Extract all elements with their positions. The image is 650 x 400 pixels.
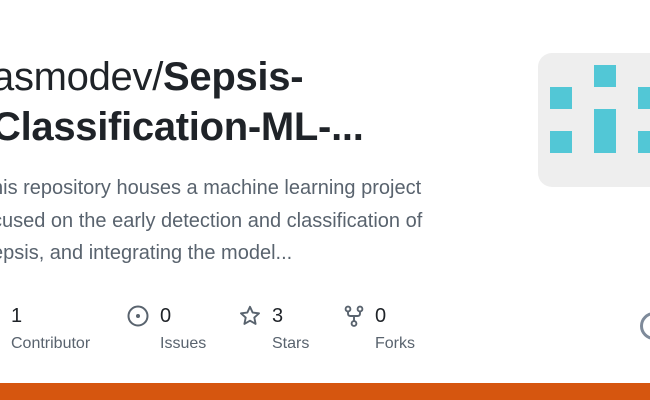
star-icon [240, 305, 260, 325]
issues-label: Issues [160, 335, 207, 352]
identicon-block [550, 131, 572, 153]
identicon-block [638, 131, 650, 153]
identicon-block [550, 87, 572, 109]
fork-icon [344, 305, 364, 327]
contributors-count: 1 [11, 305, 23, 327]
contributors-label: Contributor [11, 335, 91, 352]
repo-description: his repository houses a machine learning… [0, 172, 502, 270]
forks-count: 0 [375, 305, 387, 327]
repo-name-part-1: Sepsis- [163, 55, 304, 99]
description-line: epsis, and integrating the model... [0, 242, 293, 264]
forks-label: Forks [375, 335, 415, 352]
description-line: his repository houses a machine learning… [0, 177, 422, 199]
repo-name-part-2: Classification-ML-... [0, 105, 364, 149]
identicon-block [594, 109, 616, 153]
repo-owner: asmodev/ [0, 55, 164, 99]
stars-count: 3 [272, 305, 284, 327]
identicon-block [594, 65, 616, 87]
issues-count: 0 [160, 305, 172, 327]
repo-title[interactable]: asmodev/Sepsis- Classification-ML-... [0, 52, 512, 152]
issues-icon [127, 305, 149, 327]
stars-label: Stars [272, 335, 310, 352]
description-line: cused on the early detection and classif… [0, 209, 423, 232]
identicon-block [638, 87, 650, 109]
repo-identicon [538, 53, 650, 187]
repo-title-line-1: asmodev/Sepsis- [0, 52, 512, 102]
avatar[interactable] [640, 312, 650, 340]
accent-bar [0, 383, 650, 400]
